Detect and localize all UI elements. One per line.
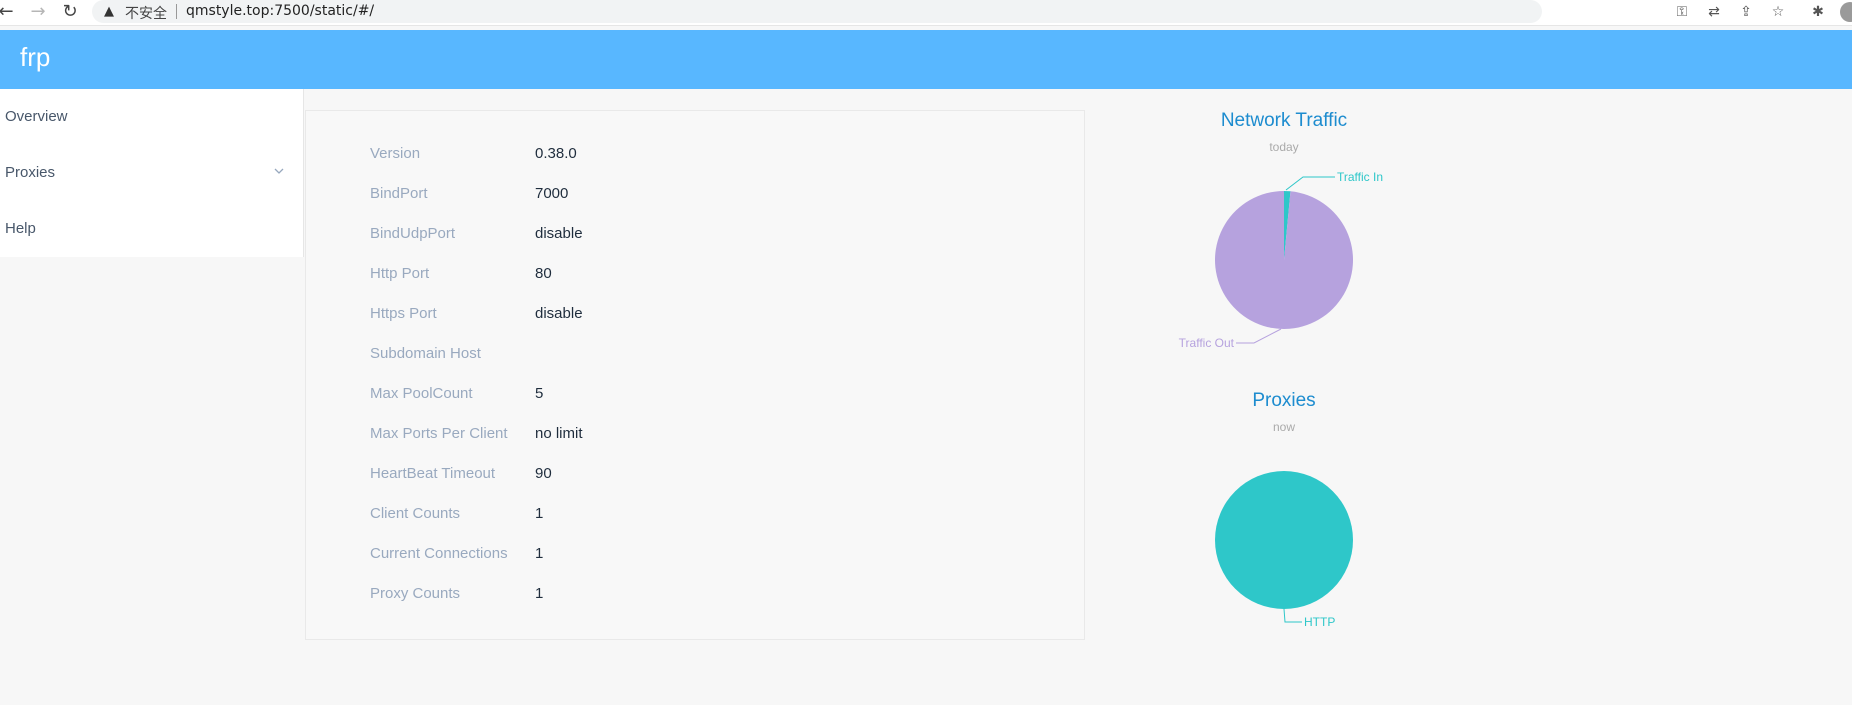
pie-label-line-http <box>1283 608 1302 623</box>
info-value: 90 <box>535 465 552 482</box>
proxies-chart-title: Proxies <box>1252 390 1316 411</box>
sidebar-item-overview[interactable]: Overview <box>0 89 303 145</box>
info-label: BindPort <box>370 185 428 202</box>
info-label: Proxy Counts <box>370 585 461 602</box>
pie-label-line-traffic-in <box>1285 176 1335 191</box>
traffic-chart-subtitle: today <box>1269 140 1299 154</box>
info-label: Version <box>370 145 421 162</box>
info-label: Https Port <box>370 305 437 322</box>
sidebar-menu: Overview Proxies Help <box>0 89 304 257</box>
app-header: frp <box>0 30 1852 89</box>
info-row-version: Version 0.38.0 <box>306 135 1084 175</box>
info-row-subdomain-host: Subdomain Host <box>306 335 1084 375</box>
forward-icon[interactable]: → <box>28 2 48 22</box>
info-value: 1 <box>535 585 544 602</box>
info-row-heartbeat-timeout: HeartBeat Timeout 90 <box>306 455 1084 495</box>
info-label: HeartBeat Timeout <box>370 465 496 482</box>
pie-label-http: HTTP <box>1304 615 1335 629</box>
bookmark-star-icon[interactable]: ☆ <box>1768 2 1788 22</box>
info-value: 5 <box>535 385 544 402</box>
info-label: Http Port <box>370 265 430 282</box>
url-text[interactable]: qmstyle.top:7500/static/#/ <box>186 3 374 19</box>
browser-toolbar: ← → ↻ ▲ 不安全 qmstyle.top:7500/static/#/ ⚿… <box>0 0 1852 26</box>
info-row-proxy-counts: Proxy Counts 1 <box>306 575 1084 615</box>
info-value: no limit <box>535 425 583 442</box>
info-value: 0.38.0 <box>535 145 577 162</box>
info-label: Subdomain Host <box>370 345 481 362</box>
traffic-pie-chart: Traffic In Traffic Out <box>1179 170 1383 350</box>
info-row-current-connections: Current Connections 1 <box>306 535 1084 575</box>
info-row-https-port: Https Port disable <box>306 295 1084 335</box>
reload-icon[interactable]: ↻ <box>60 2 80 22</box>
info-row-bind-udp-port: BindUdpPort disable <box>306 215 1084 255</box>
share-icon[interactable]: ⇪ <box>1736 2 1756 22</box>
pie-label-traffic-out: Traffic Out <box>1179 336 1235 350</box>
info-row-client-counts: Client Counts 1 <box>306 495 1084 535</box>
info-value: disable <box>535 305 583 322</box>
profile-avatar[interactable] <box>1840 2 1852 22</box>
address-divider <box>176 4 177 19</box>
sidebar-item-label: Overview <box>5 108 68 125</box>
info-row-bind-port: BindPort 7000 <box>306 175 1084 215</box>
sidebar-item-label: Proxies <box>5 164 56 181</box>
info-label: Client Counts <box>370 505 461 522</box>
info-label: BindUdpPort <box>370 225 456 242</box>
info-label: Max PoolCount <box>370 385 473 402</box>
traffic-chart-title: Network Traffic <box>1220 110 1348 131</box>
pie-label-traffic-in: Traffic In <box>1337 170 1383 184</box>
info-label: Current Connections <box>370 545 508 562</box>
translate-icon[interactable]: ⇄ <box>1704 2 1724 22</box>
info-value: 80 <box>535 265 552 282</box>
extensions-icon[interactable]: ✱ <box>1808 2 1828 22</box>
pie-label-line-traffic-out <box>1236 328 1282 344</box>
pie-slice-http[interactable] <box>1215 471 1353 609</box>
info-value: 1 <box>535 545 544 562</box>
key-icon[interactable]: ⚿ <box>1672 2 1692 22</box>
server-info-panel: Version 0.38.0 BindPort 7000 BindUdpPort… <box>305 110 1085 640</box>
back-icon[interactable]: ← <box>0 2 16 22</box>
info-row-http-port: Http Port 80 <box>306 255 1084 295</box>
chevron-down-icon[interactable] <box>272 164 286 178</box>
info-value: 7000 <box>535 185 569 202</box>
security-status[interactable]: 不安全 <box>125 3 167 23</box>
warning-icon[interactable]: ▲ <box>104 4 114 19</box>
sidebar-item-help[interactable]: Help <box>0 201 303 257</box>
sidebar-item-label: Help <box>5 220 36 237</box>
info-row-max-ports-per-client: Max Ports Per Client no limit <box>306 415 1084 455</box>
info-value: disable <box>535 225 583 242</box>
sidebar-item-proxies[interactable]: Proxies <box>0 145 303 201</box>
app-title: frp <box>20 42 51 72</box>
info-value: 1 <box>535 505 544 522</box>
info-row-max-pool-count: Max PoolCount 5 <box>306 375 1084 415</box>
pie-slice-traffic-out[interactable] <box>1215 191 1353 329</box>
proxies-pie-chart: HTTP <box>1215 471 1353 629</box>
proxies-chart-subtitle: now <box>1272 420 1295 434</box>
info-label: Max Ports Per Client <box>370 425 508 442</box>
